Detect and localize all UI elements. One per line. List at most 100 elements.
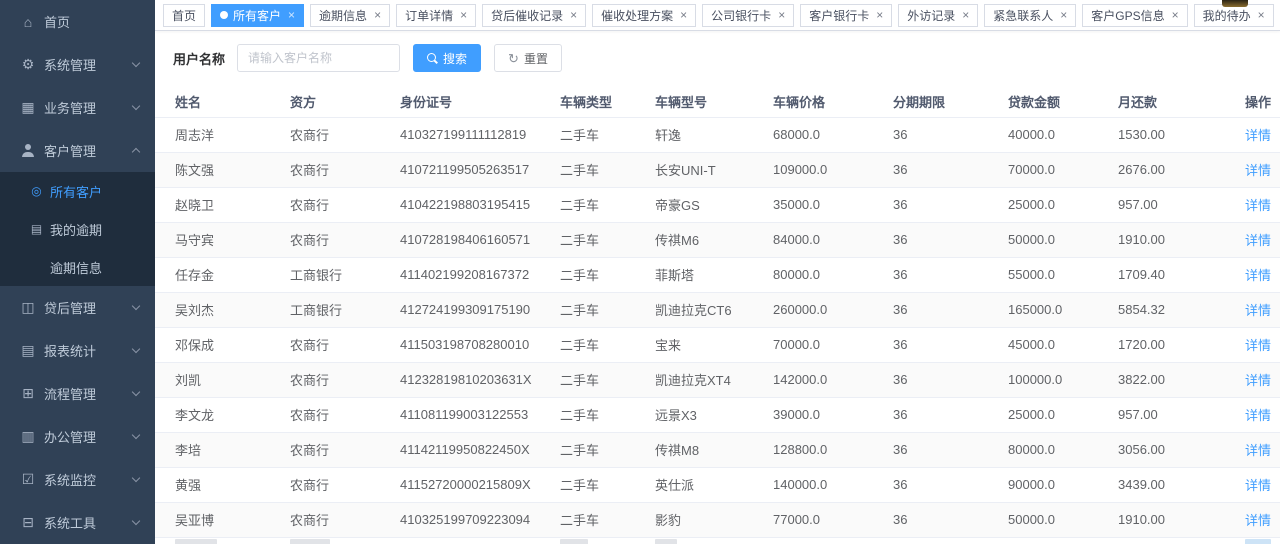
search-button-label: 搜索 xyxy=(443,50,467,67)
cell-loan: 45000.0 xyxy=(1008,327,1118,362)
sidebar-item-label: 首页 xyxy=(44,12,70,31)
search-button[interactable]: 搜索 xyxy=(413,44,481,72)
cell-v_model: 菲斯塔 xyxy=(655,257,773,292)
cell-name: 黄强 xyxy=(155,467,290,502)
cell-name: 邓保成 xyxy=(155,327,290,362)
table-row: 马守宾农商行410728198406160571二手车传祺M684000.036… xyxy=(155,222,1280,257)
cell-price: 84000.0 xyxy=(773,222,893,257)
close-icon[interactable]: × xyxy=(1172,9,1179,21)
avatar[interactable] xyxy=(1222,0,1248,7)
close-icon[interactable]: × xyxy=(962,9,969,21)
table-row: 邓保成农商行411503198708280010二手车宝来70000.03645… xyxy=(155,327,1280,362)
cell-monthly: 957.00 xyxy=(1118,397,1245,432)
cell-price: 39000.0 xyxy=(773,397,893,432)
tab-emergency-contacts[interactable]: 紧急联系人× xyxy=(984,4,1076,27)
cell-id_no: 410325199709223094 xyxy=(400,502,560,537)
tab-company-bank-card[interactable]: 公司银行卡× xyxy=(702,4,794,27)
close-icon[interactable]: × xyxy=(876,9,883,21)
cell-id_no: 410422198803195415 xyxy=(400,187,560,222)
cell-partial xyxy=(1008,537,1118,544)
detail-link[interactable]: 详情 xyxy=(1245,338,1271,353)
clipped-text xyxy=(175,539,217,544)
detail-link[interactable]: 详情 xyxy=(1245,303,1271,318)
reports-icon: ▤ xyxy=(18,342,38,359)
cell-term: 36 xyxy=(893,502,1008,537)
close-icon[interactable]: × xyxy=(1258,9,1265,21)
detail-link[interactable]: 详情 xyxy=(1245,233,1271,248)
sidebar-item-home[interactable]: ⌂首页 xyxy=(0,0,155,43)
cell-funder: 农商行 xyxy=(290,187,400,222)
sidebar-item-business[interactable]: ▦业务管理 xyxy=(0,86,155,129)
cell-id_no: 410327199111112819 xyxy=(400,117,560,152)
reset-button[interactable]: ↻ 重置 xyxy=(494,44,562,72)
cell-name: 刘凯 xyxy=(155,362,290,397)
tab-label: 订单详情 xyxy=(405,7,453,24)
sidebar-item-my-overdue[interactable]: ▤我的逾期 xyxy=(0,210,155,248)
sidebar-item-office[interactable]: ▥办公管理 xyxy=(0,415,155,458)
detail-link[interactable]: 详情 xyxy=(1245,443,1271,458)
sidebar-item-system[interactable]: ⚙系统管理 xyxy=(0,43,155,86)
detail-link[interactable]: 详情 xyxy=(1245,513,1271,528)
sidebar-item-overdue-info[interactable]: 逾期信息 xyxy=(0,248,155,286)
tab-customer-bank-card[interactable]: 客户银行卡× xyxy=(800,4,892,27)
sidebar-item-reports[interactable]: ▤报表统计 xyxy=(0,329,155,372)
sidebar-item-customers[interactable]: 客户管理 xyxy=(0,129,155,172)
column-header-name: 姓名 xyxy=(155,87,290,117)
detail-link[interactable]: 详情 xyxy=(1245,198,1271,213)
tab-all-customers[interactable]: 所有客户× xyxy=(211,4,304,27)
close-icon[interactable]: × xyxy=(680,9,687,21)
cell-action: 详情 xyxy=(1245,222,1280,257)
detail-link[interactable]: 详情 xyxy=(1245,373,1271,388)
cell-action: 详情 xyxy=(1245,327,1280,362)
close-icon[interactable]: × xyxy=(570,9,577,21)
detail-link[interactable]: 详情 xyxy=(1245,408,1271,423)
cell-id_no: 41142119950822450X xyxy=(400,432,560,467)
cell-partial xyxy=(655,537,773,544)
sidebar-item-all-customers[interactable]: ◎所有客户 xyxy=(0,172,155,210)
cell-v_model: 长安UNI-T xyxy=(655,152,773,187)
cell-partial xyxy=(290,537,400,544)
cell-price: 128800.0 xyxy=(773,432,893,467)
cell-term: 36 xyxy=(893,467,1008,502)
active-dot-icon xyxy=(220,11,228,19)
clipped-text xyxy=(655,539,677,544)
close-icon[interactable]: × xyxy=(374,9,381,21)
cell-term: 36 xyxy=(893,292,1008,327)
cell-loan: 40000.0 xyxy=(1008,117,1118,152)
cell-partial xyxy=(155,537,290,544)
detail-link[interactable]: 详情 xyxy=(1245,163,1271,178)
close-icon[interactable]: × xyxy=(1060,9,1067,21)
tab-visit-records[interactable]: 外访记录× xyxy=(898,4,978,27)
search-label: 用户名称 xyxy=(173,49,225,68)
tab-label: 我的待办 xyxy=(1203,7,1251,24)
cell-partial xyxy=(1245,537,1280,544)
tab-customer-gps[interactable]: 客户GPS信息× xyxy=(1082,4,1187,27)
tab-collection-plan[interactable]: 催收处理方案× xyxy=(592,4,696,27)
detail-link[interactable]: 详情 xyxy=(1245,268,1271,283)
sidebar-item-tools[interactable]: ⊟系统工具 xyxy=(0,501,155,544)
tab-collection-records[interactable]: 贷后催收记录× xyxy=(482,4,586,27)
cell-monthly: 1720.00 xyxy=(1118,327,1245,362)
cell-price: 140000.0 xyxy=(773,467,893,502)
sidebar-item-process[interactable]: ⊞流程管理 xyxy=(0,372,155,415)
cell-name: 李文龙 xyxy=(155,397,290,432)
close-icon[interactable]: × xyxy=(288,9,295,21)
sidebar-item-post-loan[interactable]: ◫贷后管理 xyxy=(0,286,155,329)
close-icon[interactable]: × xyxy=(778,9,785,21)
column-header-funder: 资方 xyxy=(290,87,400,117)
cell-term: 36 xyxy=(893,362,1008,397)
cell-price: 70000.0 xyxy=(773,327,893,362)
tab-overdue-info[interactable]: 逾期信息 × xyxy=(310,4,390,27)
sidebar-item-label: 流程管理 xyxy=(44,384,96,403)
tab-label: 逾期信息 xyxy=(319,7,367,24)
tab-home[interactable]: 首页 xyxy=(163,4,205,27)
table-row: 任存金工商银行411402199208167372二手车菲斯塔80000.036… xyxy=(155,257,1280,292)
cell-id_no: 410721199505263517 xyxy=(400,152,560,187)
close-icon[interactable]: × xyxy=(460,9,467,21)
tab-order-details[interactable]: 订单详情 × xyxy=(396,4,476,27)
detail-link[interactable]: 详情 xyxy=(1245,128,1271,143)
cell-v_type: 二手车 xyxy=(560,397,655,432)
sidebar-item-monitor[interactable]: ☑系统监控 xyxy=(0,458,155,501)
search-input[interactable] xyxy=(237,44,400,72)
detail-link[interactable]: 详情 xyxy=(1245,478,1271,493)
